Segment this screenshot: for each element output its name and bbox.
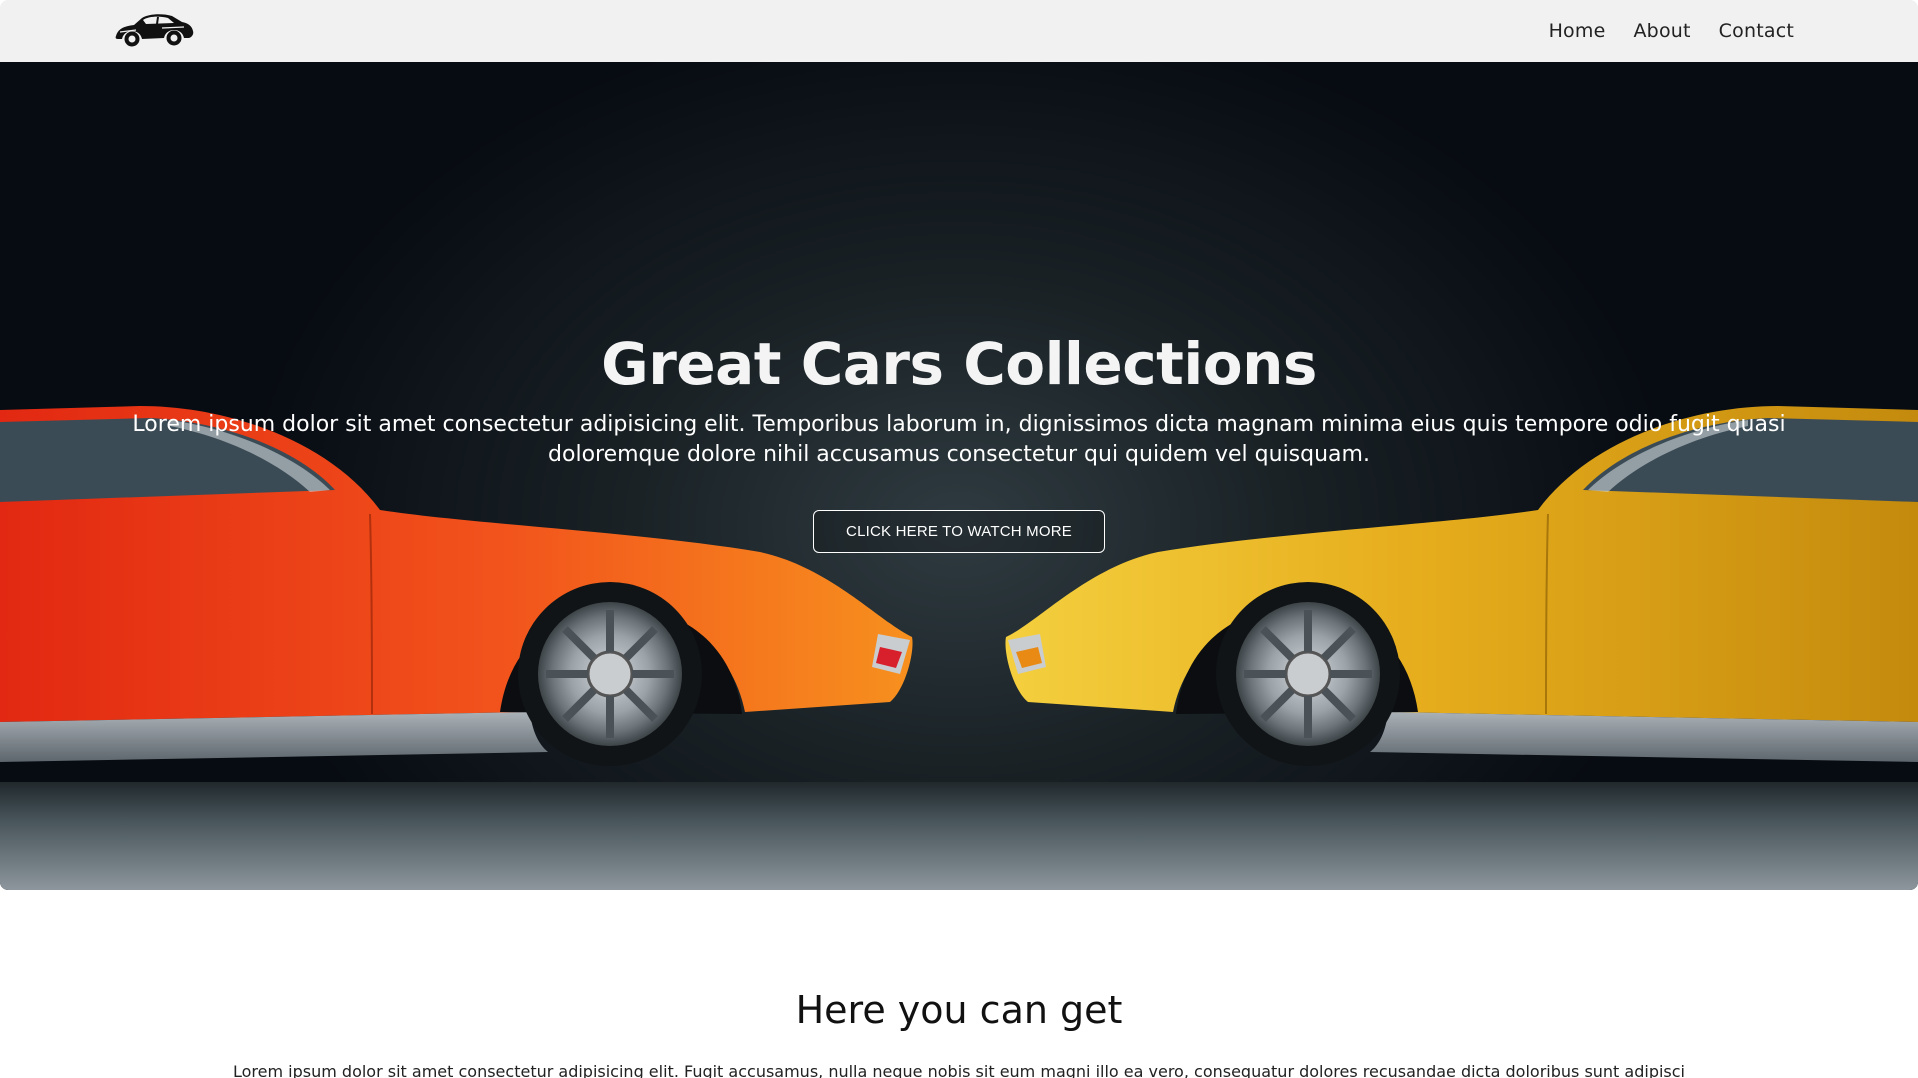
- hero-banner: Great Cars Collections Lorem ipsum dolor…: [0, 62, 1918, 890]
- section-description: Lorem ipsum dolor sit amet consectetur a…: [233, 1062, 1685, 1078]
- car-logo-icon[interactable]: [112, 6, 196, 54]
- nav-link-home[interactable]: Home: [1549, 20, 1606, 42]
- hero-title: Great Cars Collections: [601, 330, 1317, 398]
- hero-content: Great Cars Collections Lorem ipsum dolor…: [0, 330, 1918, 553]
- section-title: Here you can get: [795, 988, 1123, 1032]
- nav-links: Home About Contact: [1549, 0, 1794, 62]
- navbar: Home About Contact: [0, 0, 1918, 62]
- watch-more-button[interactable]: CLICK HERE TO WATCH MORE: [813, 510, 1105, 553]
- hero-description: Lorem ipsum dolor sit amet consectetur a…: [132, 412, 1786, 467]
- page: Home About Contact Great Cars Collection…: [0, 0, 1918, 1078]
- nav-link-contact[interactable]: Contact: [1719, 20, 1794, 42]
- nav-link-about[interactable]: About: [1633, 20, 1690, 42]
- features-section: Here you can get Lorem ipsum dolor sit a…: [0, 890, 1918, 1078]
